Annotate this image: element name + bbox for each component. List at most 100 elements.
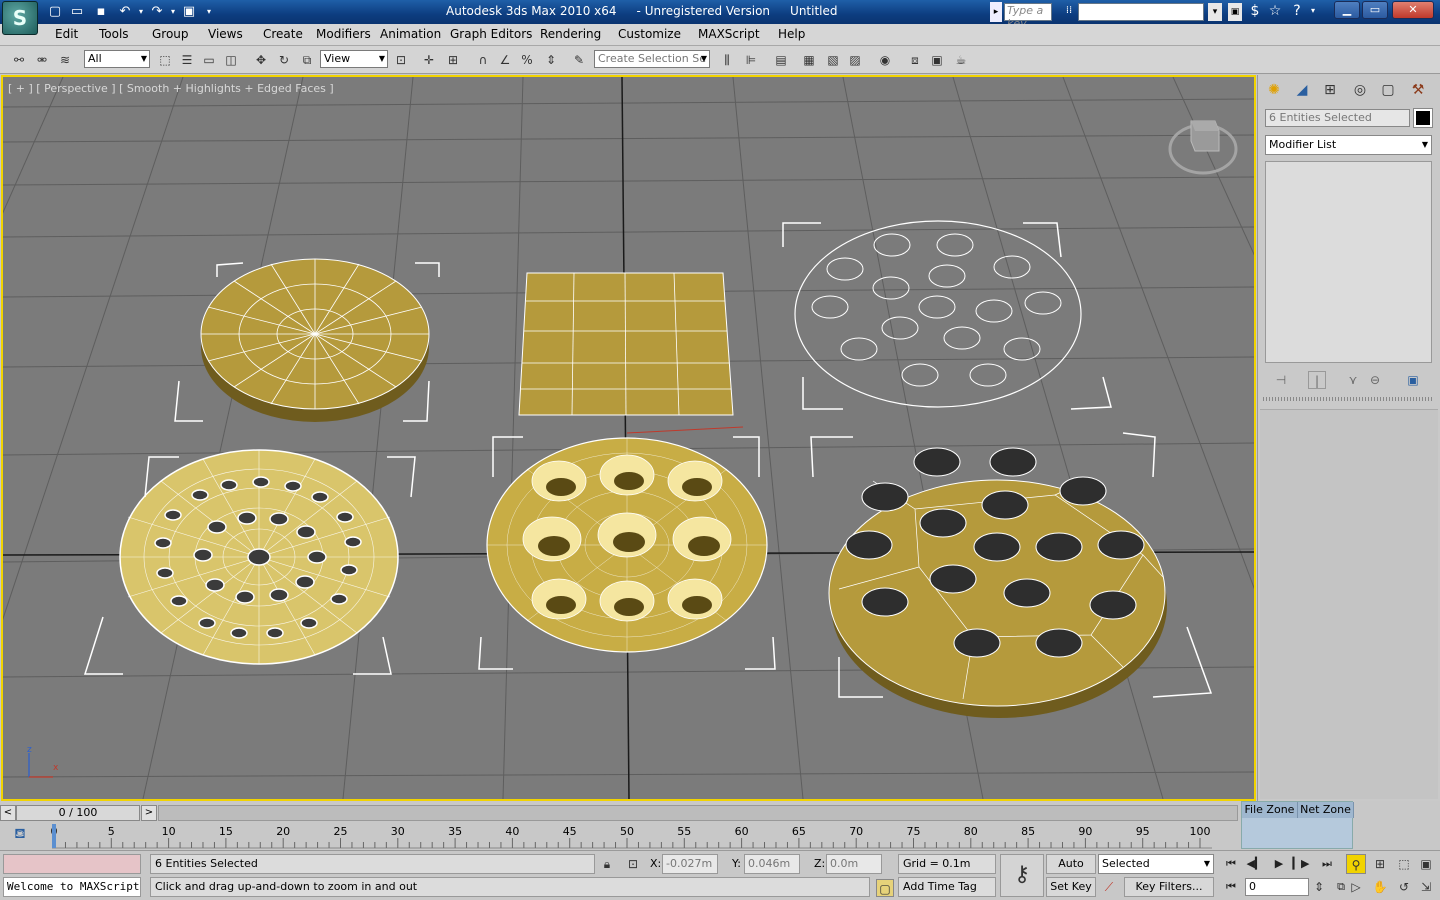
display-tab-icon[interactable]: ▢ [1376, 79, 1400, 101]
menu-create[interactable]: Create [263, 27, 303, 41]
menu-help[interactable]: Help [778, 27, 805, 41]
make-unique-icon[interactable]: ⋎ [1344, 371, 1362, 389]
search-dropdown-icon[interactable]: ▾ [1208, 3, 1222, 21]
menu-modifiers[interactable]: Modifiers [316, 27, 371, 41]
go-to-start-icon[interactable]: ⏮ [1220, 854, 1242, 874]
field-of-view-icon[interactable]: ▷ [1346, 877, 1366, 897]
communication-icon[interactable]: $ [1246, 2, 1264, 20]
disc-object-1[interactable] [174, 258, 440, 422]
previous-frame-icon[interactable]: ◀▎ [1244, 854, 1266, 874]
bind-space-warp-icon[interactable]: ≋ [56, 51, 74, 69]
render-setup-icon[interactable]: ⧈ [906, 51, 924, 69]
unlink-icon[interactable]: ⚮ [33, 51, 51, 69]
menu-tools[interactable]: Tools [99, 27, 129, 41]
subscription-icon[interactable]: ▣ [1228, 3, 1242, 21]
menu-views[interactable]: Views [208, 27, 243, 41]
maximize-button[interactable]: ▭ [1362, 1, 1388, 19]
set-keys-key-icon[interactable]: ⚷ [1000, 854, 1044, 897]
selection-filter-dropdown[interactable]: All ▼ [84, 50, 150, 68]
object-name-field[interactable]: 6 Entities Selected [1265, 109, 1410, 127]
key-filters-button[interactable]: Key Filters... [1124, 877, 1214, 897]
layer-manager-icon[interactable]: ▤ [772, 51, 790, 69]
maxscript-output[interactable]: Welcome to MAXScript. [3, 877, 141, 897]
search-input[interactable]: Type a key [1004, 3, 1052, 30]
menu-graph-editors[interactable]: Graph Editors [450, 27, 532, 41]
viewport-label-menu[interactable]: [ + ] [ Perspective ] [ Smooth + Highlig… [8, 82, 334, 95]
keyboard-shortcut-override-icon[interactable]: ⊞ [444, 51, 462, 69]
zoom-extents-all-icon[interactable]: ▣ [1416, 854, 1436, 874]
z-coordinate-field[interactable]: 0.0m [826, 854, 882, 874]
auto-key-button[interactable]: Auto Key [1046, 854, 1096, 888]
go-to-end-icon[interactable]: ⏭ [1316, 854, 1338, 874]
pan-view-icon[interactable]: ✋ [1370, 877, 1390, 897]
key-mode-toggle-icon[interactable]: ⏮ [1220, 877, 1242, 897]
named-selection-sets-dropdown[interactable]: Create Selection Se ▼ [594, 50, 710, 68]
menu-maxscript[interactable]: MAXScript [698, 27, 760, 41]
selection-lock-icon[interactable]: 🔒︎ [598, 855, 616, 873]
spinner-snap-icon[interactable]: ⇕ [542, 51, 560, 69]
object-color-swatch[interactable] [1413, 108, 1433, 128]
select-and-rotate-icon[interactable]: ↻ [275, 51, 293, 69]
minimize-button[interactable]: ▁ [1334, 1, 1360, 19]
select-by-name-icon[interactable]: ☰ [178, 51, 196, 69]
align-icon[interactable]: ⊫ [742, 51, 760, 69]
project-folder-icon[interactable]: ▣ [180, 3, 198, 21]
window-crossing-icon[interactable]: ◫ [222, 51, 240, 69]
time-tag-icon[interactable]: ▢ [876, 879, 894, 897]
dense-disc-object[interactable] [83, 449, 416, 675]
modifier-list-dropdown[interactable]: Modifier List ▼ [1265, 135, 1432, 155]
select-and-scale-icon[interactable]: ⧉ [298, 51, 316, 69]
dimple-disc-object[interactable] [478, 436, 776, 670]
select-and-link-icon[interactable]: ⚯ [10, 51, 28, 69]
time-slider-prev-button[interactable]: < [0, 805, 16, 821]
zoom-extents-icon[interactable]: ⬚ [1394, 854, 1414, 874]
snaps-toggle-icon[interactable]: ∩ [474, 51, 492, 69]
pin-stack-icon[interactable]: ⊣ [1272, 371, 1290, 389]
absolute-mode-icon[interactable]: ⊡ [624, 855, 642, 873]
zoom-all-icon[interactable]: ⊞ [1370, 854, 1390, 874]
spline-circles-object[interactable] [782, 220, 1112, 410]
add-time-tag-button[interactable]: Add Time Tag [898, 877, 996, 897]
plane-object[interactable] [518, 272, 744, 434]
time-slider-next-button[interactable]: > [141, 805, 157, 821]
default-in-out-tangents-icon[interactable]: ⟋ [1100, 878, 1118, 896]
current-frame-field[interactable]: 0 [1245, 878, 1309, 896]
pivot-center-icon[interactable]: ⊡ [392, 51, 410, 69]
perspective-viewport[interactable]: [ + ] [ Perspective ] [ Smooth + Highlig… [1, 75, 1256, 801]
curve-editor-icon[interactable]: ▧ [824, 51, 842, 69]
maximize-viewport-icon[interactable]: ⇲ [1416, 877, 1436, 897]
close-button[interactable]: ✕ [1392, 1, 1434, 19]
create-tab-icon[interactable]: ✺ [1262, 79, 1286, 101]
modify-tab-icon[interactable]: ◢ [1290, 79, 1314, 101]
remove-modifier-icon[interactable]: ⊖ [1366, 371, 1384, 389]
menu-edit[interactable]: Edit [55, 27, 78, 41]
search-field[interactable] [1078, 3, 1204, 21]
time-slider-thumb[interactable]: 0 / 100 [16, 805, 140, 821]
select-and-move-icon[interactable]: ✥ [252, 51, 270, 69]
time-slider-track[interactable] [158, 805, 1238, 821]
set-key-button[interactable]: Set Key [1046, 877, 1096, 897]
file-zone-tab[interactable]: File Zone [1242, 802, 1298, 818]
rectangular-selection-icon[interactable]: ▭ [200, 51, 218, 69]
hierarchy-tab-icon[interactable]: ⊞ [1318, 79, 1342, 101]
play-icon[interactable]: ▶ [1268, 854, 1290, 874]
graphite-modeling-icon[interactable]: ▦ [800, 51, 818, 69]
edit-named-selection-icon[interactable]: ✎ [570, 51, 588, 69]
orbit-icon[interactable]: ↺ [1394, 877, 1414, 897]
rendered-frame-window-icon[interactable]: ▣ [928, 51, 946, 69]
menu-customize[interactable]: Customize [618, 27, 681, 41]
favorites-star-icon[interactable]: ☆ [1266, 2, 1284, 20]
schematic-view-icon[interactable]: ▨ [846, 51, 864, 69]
modifier-stack[interactable] [1265, 161, 1432, 363]
infocenter-collapse-icon[interactable]: ▸ [990, 2, 1002, 22]
track-bar[interactable]: ⛾ 05101520253035404550556065707580859095… [0, 822, 1240, 850]
x-coordinate-field[interactable]: -0.027m [662, 854, 718, 874]
menu-animation[interactable]: Animation [380, 27, 441, 41]
motion-tab-icon[interactable]: ◎ [1348, 79, 1372, 101]
key-set-dropdown[interactable]: Selected ▼ [1098, 854, 1214, 874]
utilities-tab-icon[interactable]: ⚒ [1406, 79, 1430, 101]
menu-group[interactable]: Group [152, 27, 189, 41]
next-frame-icon[interactable]: ▎▶ [1290, 854, 1312, 874]
save-icon[interactable]: ▪ [92, 3, 110, 21]
mirror-icon[interactable]: ⫼ [718, 51, 736, 69]
